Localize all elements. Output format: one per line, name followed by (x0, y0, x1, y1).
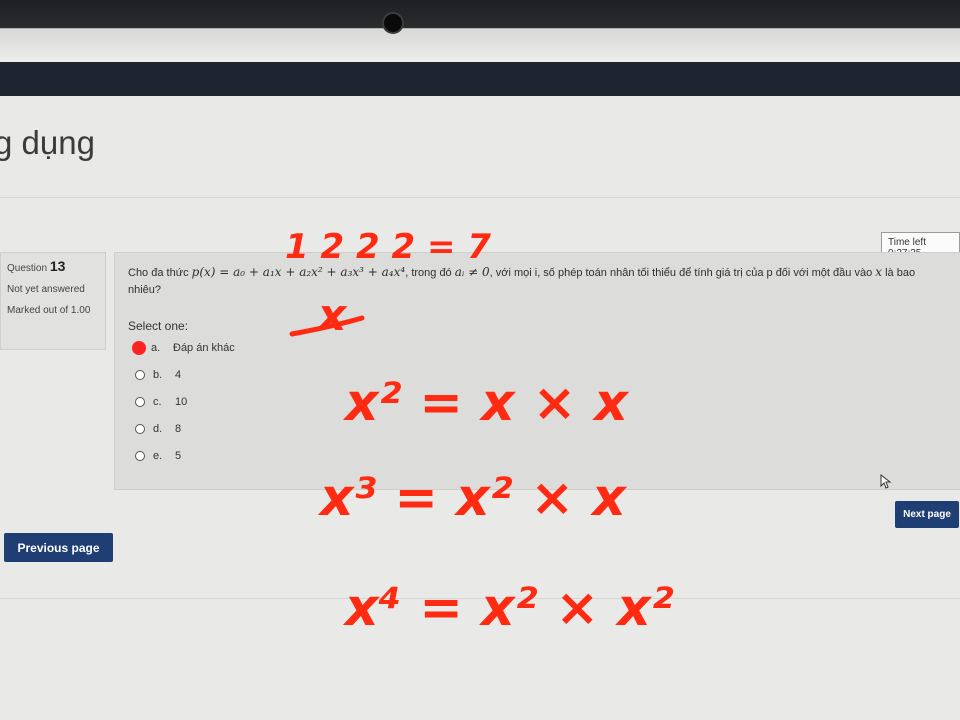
handwriting-line-4: x³ = x² × x (317, 468, 627, 528)
handwriting-line-1: 1 2 2 2 = 7 (285, 227, 491, 267)
handwriting-line-3: x² = x × x (342, 373, 629, 433)
handwriting-line-2: x (316, 290, 348, 341)
handwriting-line-5: x⁴ = x² × x² (342, 578, 674, 638)
handwriting-overlay: 1 2 2 2 = 7 x x² = x × x x³ = x² × x x⁴ … (285, 227, 674, 638)
